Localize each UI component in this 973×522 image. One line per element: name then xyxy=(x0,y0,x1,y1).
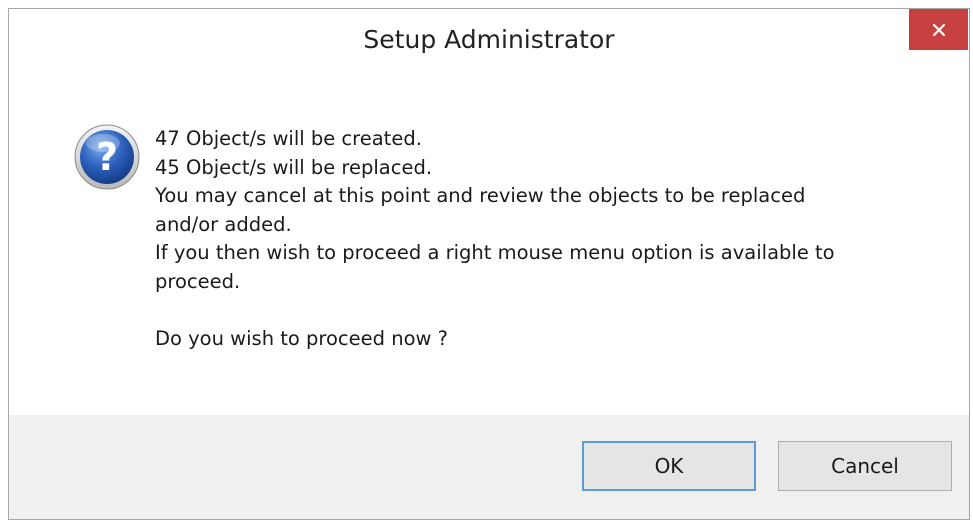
close-icon xyxy=(932,23,945,36)
cancel-button[interactable]: Cancel xyxy=(778,441,952,491)
dialog-message: 47 Object/s will be created. 45 Object/s… xyxy=(155,125,945,353)
message-line: proceed. xyxy=(155,269,241,293)
svg-text:?: ? xyxy=(96,135,118,179)
ok-button[interactable]: OK xyxy=(582,441,756,491)
button-bar: OK Cancel xyxy=(9,415,969,519)
dialog-content: ? 47 Object/s will be created. 45 Object… xyxy=(9,71,969,415)
message-line: You may cancel at this point and review … xyxy=(155,184,806,207)
dialog-window: Setup Administrator ? 47 Object/s will b… xyxy=(8,8,970,520)
message-line: If you then wish to proceed a right mous… xyxy=(155,241,835,264)
question-icon: ? xyxy=(74,124,140,190)
message-line: 45 Object/s will be replaced. xyxy=(155,155,433,179)
message-question: Do you wish to proceed now ? xyxy=(155,326,449,350)
message-line: and/or added. xyxy=(155,212,292,236)
title-bar[interactable]: Setup Administrator xyxy=(9,9,969,71)
window-title: Setup Administrator xyxy=(363,25,615,54)
close-button[interactable] xyxy=(909,9,968,50)
message-line: 47 Object/s will be created. xyxy=(155,127,422,150)
